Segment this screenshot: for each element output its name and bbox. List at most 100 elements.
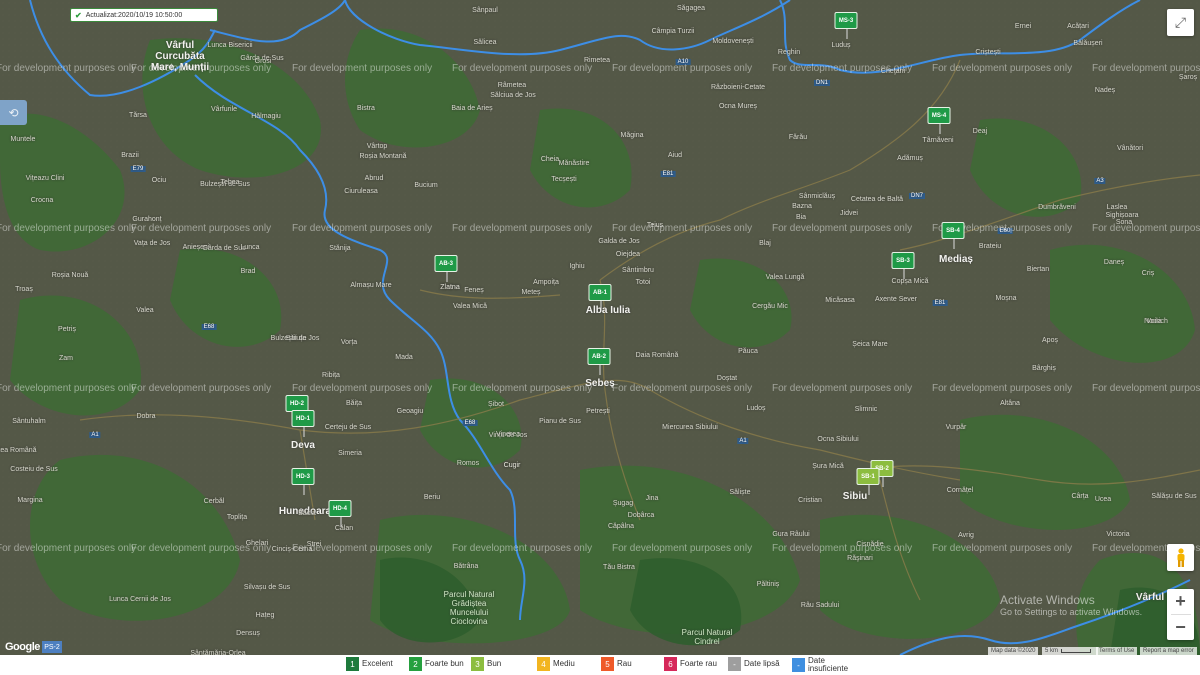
place-label: Brazii (121, 152, 139, 159)
legend-label: Foarte rau (680, 659, 717, 668)
place-label: Vorța (340, 339, 358, 346)
legend-swatch: 3 (471, 657, 484, 671)
place-label: Beriu (423, 494, 441, 501)
place-label: Păltiniș (756, 581, 780, 588)
place-label: Șugag (612, 500, 634, 507)
watermark-text: For development purposes only (131, 543, 272, 554)
watermark-text: For development purposes only (0, 223, 137, 234)
watermark-text: For development purposes only (772, 383, 913, 394)
legend-label: Bun (487, 659, 502, 668)
place-label: Daneș (1103, 259, 1125, 266)
place-label: Bistra (357, 105, 375, 112)
place-label: Adămuș (897, 155, 923, 162)
check-icon: ✔ (75, 10, 82, 20)
place-label: Ciuruleasa (344, 188, 378, 195)
place-label: Crocna (30, 197, 54, 204)
road-label: DN7 (908, 193, 926, 199)
legend-label: Excelent (362, 659, 393, 668)
place-label: Deaj (972, 128, 988, 135)
watermark-text: For development purposes only (0, 383, 137, 394)
park-label: Parcul Natural Grădiștea Muncelului Cioc… (443, 590, 495, 626)
layer-toggle-button[interactable]: ⟲ (0, 100, 27, 125)
legend-item: - Date lipsă (728, 657, 780, 671)
place-label: Bălăușeri (1073, 40, 1103, 47)
watermark-text: For development purposes only (452, 63, 593, 74)
place-label: Vurpăr (945, 424, 967, 431)
place-label: Deva (291, 440, 315, 451)
place-label: Roșia Nouă (51, 272, 89, 279)
place-label: Valea Lungă (765, 274, 805, 281)
terms-link[interactable]: Terms of Use (1096, 647, 1138, 655)
legend-item: 5 Rau (601, 657, 632, 671)
place-label: Lunca Bisericii (207, 42, 253, 49)
place-label: Romos (456, 460, 480, 467)
place-label: Câmpia Turzii (651, 28, 695, 35)
watermark-text: For development purposes only (292, 223, 433, 234)
place-label: Cugir (503, 462, 521, 469)
place-label: Criș (1141, 270, 1155, 277)
place-label: Măgina (620, 132, 644, 139)
place-label: Căpâlna (607, 523, 635, 530)
map-data-attribution: Map data ©2020 (988, 647, 1039, 655)
place-label: Criștești (975, 49, 1001, 56)
scale-line (1061, 649, 1092, 653)
place-label: Băcia (298, 510, 316, 517)
zoom-out-button[interactable]: − (1167, 615, 1194, 640)
zoom-control: + − (1167, 589, 1194, 640)
legend-bar: 1 Excelent 2 Foarte bun 3 Bun 4 Mediu 5 Rau 6 Foart… (0, 655, 1200, 675)
place-label: Cornățel (946, 487, 974, 494)
place-label: Jina (645, 495, 659, 502)
place-label: Băița (346, 400, 362, 407)
place-label: Meteș (521, 289, 541, 296)
report-map-error-link[interactable]: Report a map error (1140, 647, 1197, 655)
place-label: Muntele (10, 136, 36, 143)
watermark-text: For development purposes only (612, 543, 753, 554)
place-label: Costeiu de Sus (10, 466, 58, 473)
fullscreen-button[interactable]: ⤢ (1167, 9, 1194, 36)
place-label: Geoagiu (396, 408, 424, 415)
place-label: Lunca (240, 244, 260, 251)
place-label: Moldovenești (712, 38, 754, 45)
place-label: Bia (795, 214, 807, 221)
place-label: Vinerea (495, 431, 521, 438)
place-label: Ocna Mureș (718, 103, 758, 110)
place-label: Tărsa (129, 112, 147, 119)
street-view-button[interactable] (1167, 544, 1194, 571)
legend-label: Foarte bun (425, 659, 464, 668)
watermark-text: For development purposes only (612, 383, 753, 394)
place-label: Petrești (586, 408, 610, 415)
place-label: Dobra (136, 413, 156, 420)
place-label: Jidvei (840, 210, 858, 217)
scale-label: 5 km (1045, 648, 1059, 654)
place-label: Laslea (1106, 204, 1128, 211)
station-marker-hd-4[interactable]: HD-4 (328, 500, 352, 527)
legend-swatch: 4 (537, 657, 550, 671)
scale-bar[interactable]: 5 km (1042, 647, 1098, 655)
station-marker-ms-3[interactable]: MS-3 (834, 12, 858, 39)
place-label: Bulzeștii de Jos (270, 335, 320, 342)
place-label: Micăsasa (825, 297, 855, 304)
station-marker-ab-3[interactable]: AB-3 (434, 255, 458, 282)
place-label: Ighiu (569, 263, 585, 270)
place-label: Săliște (729, 489, 751, 496)
place-label: Fenеș (464, 287, 484, 294)
place-label: Luduș (831, 42, 851, 49)
zoom-in-button[interactable]: + (1167, 589, 1194, 614)
station-marker-ms-4[interactable]: MS-4 (927, 107, 951, 134)
station-marker-hd-1[interactable]: HD-1 (291, 410, 315, 437)
station-marker-sb-1[interactable]: SB-1 (856, 468, 880, 495)
google-logo[interactable]: Google (5, 641, 40, 653)
map-canvas[interactable]: Vârful Curcubăta Mare, Munții Deva Hunedoa… (0, 0, 1200, 655)
station-marker-hd-3[interactable]: HD-3 (291, 468, 315, 495)
station-marker-ab-2[interactable]: AB-2 (587, 348, 611, 375)
station-marker-sb-3[interactable]: SB-3 (891, 252, 915, 279)
station-marker-sb-4[interactable]: SB-4 (941, 222, 965, 249)
fullscreen-icon: ⤢ (1174, 14, 1187, 30)
station-marker-ab-1[interactable]: AB-1 (588, 284, 612, 311)
legend-swatch: 2 (409, 657, 422, 671)
place-label: Valea (136, 307, 154, 314)
place-label: Sântimbru (622, 267, 654, 274)
place-label: Sălășu de Sus (1151, 493, 1197, 500)
place-label: Fărău (788, 134, 808, 141)
terrain-layer (0, 0, 1200, 655)
